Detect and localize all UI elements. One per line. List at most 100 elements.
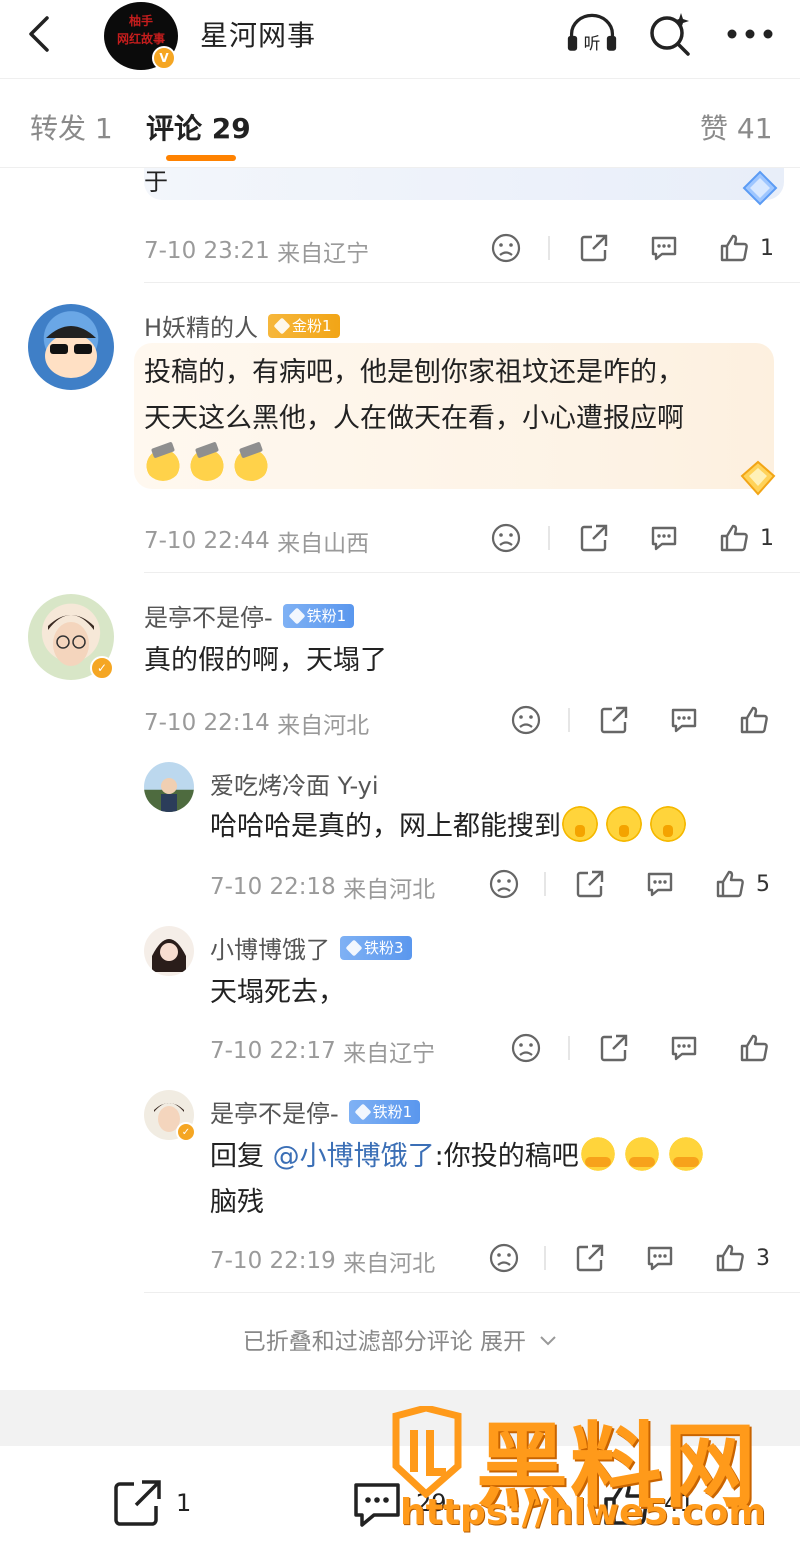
comment-button[interactable]: 29: [350, 1476, 447, 1530]
reply-comment-icon[interactable]: [648, 518, 680, 558]
comment-username[interactable]: H妖精的人 金粉1: [144, 308, 340, 343]
reply-text-line2: 脑残: [210, 1187, 264, 1218]
tab-comments[interactable]: 评论 29: [146, 107, 251, 147]
fan-badge: 铁粉1: [348, 1099, 421, 1124]
expand-collapsed-comments[interactable]: 已折叠和过滤部分评论 展开: [0, 1322, 800, 1356]
comment-username[interactable]: 爱吃烤冷面 Y-yi: [210, 766, 379, 801]
hammer-emoji-icon: [188, 443, 226, 481]
comment-text: 真的假的啊，天塌了: [144, 645, 387, 676]
share-icon[interactable]: [578, 518, 610, 558]
thumbs-up-icon: [716, 870, 744, 898]
comment-username[interactable]: 小博博饿了 铁粉3: [210, 930, 412, 965]
badge-gem-icon: [288, 607, 306, 624]
comment-time: 7-10 22:18: [210, 874, 336, 900]
blue-diamond-decoration-icon: [742, 170, 778, 206]
comment-text: 投稿的，有病吧，他是刨你家祖坟还是咋的， 天天这么黑他，人在做天在看，小心遭报应…: [144, 350, 774, 488]
comment-meta: 7-10 23:21 来自辽宁: [144, 234, 369, 268]
fan-badge: 金粉1: [268, 313, 340, 338]
avatar-text-line1: 柚手: [128, 14, 153, 28]
like-button[interactable]: 3: [714, 1238, 770, 1278]
comment-meta: 7-10 22:44 来自山西: [144, 524, 369, 558]
more-dots-icon[interactable]: [724, 12, 776, 56]
comment-meta: 7-10 22:19 来自河北: [210, 1244, 435, 1278]
like-count: 1: [760, 235, 774, 261]
reply-comment-icon[interactable]: [668, 700, 700, 740]
comment-actions: 1: [490, 518, 790, 558]
dislike-face-icon[interactable]: [488, 1238, 520, 1278]
username-text: 是亭不是停-: [144, 604, 273, 632]
comment-time: 7-10 22:14: [144, 710, 270, 736]
like-count: 1: [760, 525, 774, 551]
repost-button[interactable]: 1: [112, 1476, 191, 1530]
comment-location: 来自山西: [277, 531, 370, 557]
share-icon[interactable]: [574, 1238, 606, 1278]
dislike-face-icon[interactable]: [510, 700, 542, 740]
dislike-face-icon[interactable]: [490, 228, 522, 268]
dislike-face-icon[interactable]: [510, 1028, 542, 1068]
comment-actions: 5: [488, 864, 788, 904]
comment-meta: 7-10 22:14 来自河北: [144, 706, 369, 740]
username-text: 小博博饿了: [210, 936, 330, 964]
dislike-face-icon[interactable]: [490, 518, 522, 558]
share-icon[interactable]: [574, 864, 606, 904]
section-separator: [0, 1390, 800, 1446]
action-separator: [568, 708, 570, 732]
thumbs-up-icon: [740, 1034, 768, 1062]
user-avatar[interactable]: [144, 926, 194, 976]
action-separator: [544, 1246, 546, 1270]
comment-bubble-icon: [354, 1483, 400, 1527]
user-avatar[interactable]: [144, 762, 194, 812]
mention-link[interactable]: @小博博饿了: [273, 1141, 435, 1172]
reply-comment-icon[interactable]: [648, 228, 680, 268]
listen-headphones-icon[interactable]: 听: [566, 12, 618, 56]
like-button[interactable]: [738, 1028, 770, 1068]
hug-emoji-icon: [578, 1135, 617, 1173]
fan-badge: 铁粉3: [340, 935, 412, 960]
comment-actions: [510, 700, 800, 740]
back-arrow-icon[interactable]: [20, 14, 60, 54]
like-button[interactable]: 5: [714, 864, 770, 904]
gold-diamond-decoration-icon: [740, 460, 776, 496]
like-button[interactable]: 1: [718, 518, 774, 558]
reply-comment-icon[interactable]: [644, 864, 676, 904]
comment-username[interactable]: 是亭不是停- 铁粉1: [210, 1094, 421, 1129]
chevron-down-icon: [540, 1336, 557, 1346]
tab-bar: 转发 1 评论 29 赞 41: [0, 78, 800, 168]
reply-text: :你投的稿吧: [434, 1141, 579, 1172]
comment-text: 天塌死去，: [210, 977, 345, 1008]
thumbs-up-icon: [604, 1481, 649, 1525]
like-post-button[interactable]: 41: [600, 1476, 695, 1530]
partial-comment-bubble: [144, 168, 784, 200]
account-name[interactable]: 星河网事: [200, 14, 316, 54]
share-icon[interactable]: [598, 700, 630, 740]
like-button[interactable]: 1: [718, 228, 774, 268]
active-tab-indicator: [166, 155, 236, 161]
reply-comment-icon[interactable]: [644, 1238, 676, 1278]
comment-time: 7-10 22:17: [210, 1038, 336, 1064]
action-separator: [548, 526, 550, 550]
tab-repost[interactable]: 转发 1: [30, 107, 113, 147]
tab-likes[interactable]: 赞 41: [700, 107, 773, 147]
thumbs-up-icon: [740, 706, 768, 734]
repost-icon: [114, 1480, 161, 1526]
thumbs-up-icon: [720, 524, 748, 552]
comment-count: 29: [416, 1489, 447, 1517]
badge-gem-icon: [345, 939, 363, 956]
dislike-face-icon[interactable]: [488, 864, 520, 904]
username-text: 是亭不是停-: [210, 1100, 339, 1128]
comment-text: 哈哈哈是真的，网上都能搜到: [210, 804, 693, 850]
like-count: 3: [756, 1245, 770, 1271]
top-bar: 柚手 网红故事 V 星河网事 听: [0, 0, 800, 78]
comment-actions: 3: [488, 1238, 788, 1278]
share-icon[interactable]: [598, 1028, 630, 1068]
search-sparkle-icon[interactable]: [644, 12, 696, 56]
user-avatar[interactable]: [28, 304, 114, 390]
reply-comment-icon[interactable]: [668, 1028, 700, 1068]
share-icon[interactable]: [578, 228, 610, 268]
bottom-action-bar: 1 29 41: [0, 1446, 800, 1568]
comment-divider: [144, 282, 800, 283]
comment-location: 来自辽宁: [277, 241, 370, 267]
comment-username[interactable]: 是亭不是停- 铁粉1: [144, 598, 355, 633]
like-button[interactable]: [738, 700, 770, 740]
comment-meta: 7-10 22:17 来自辽宁: [210, 1034, 435, 1068]
